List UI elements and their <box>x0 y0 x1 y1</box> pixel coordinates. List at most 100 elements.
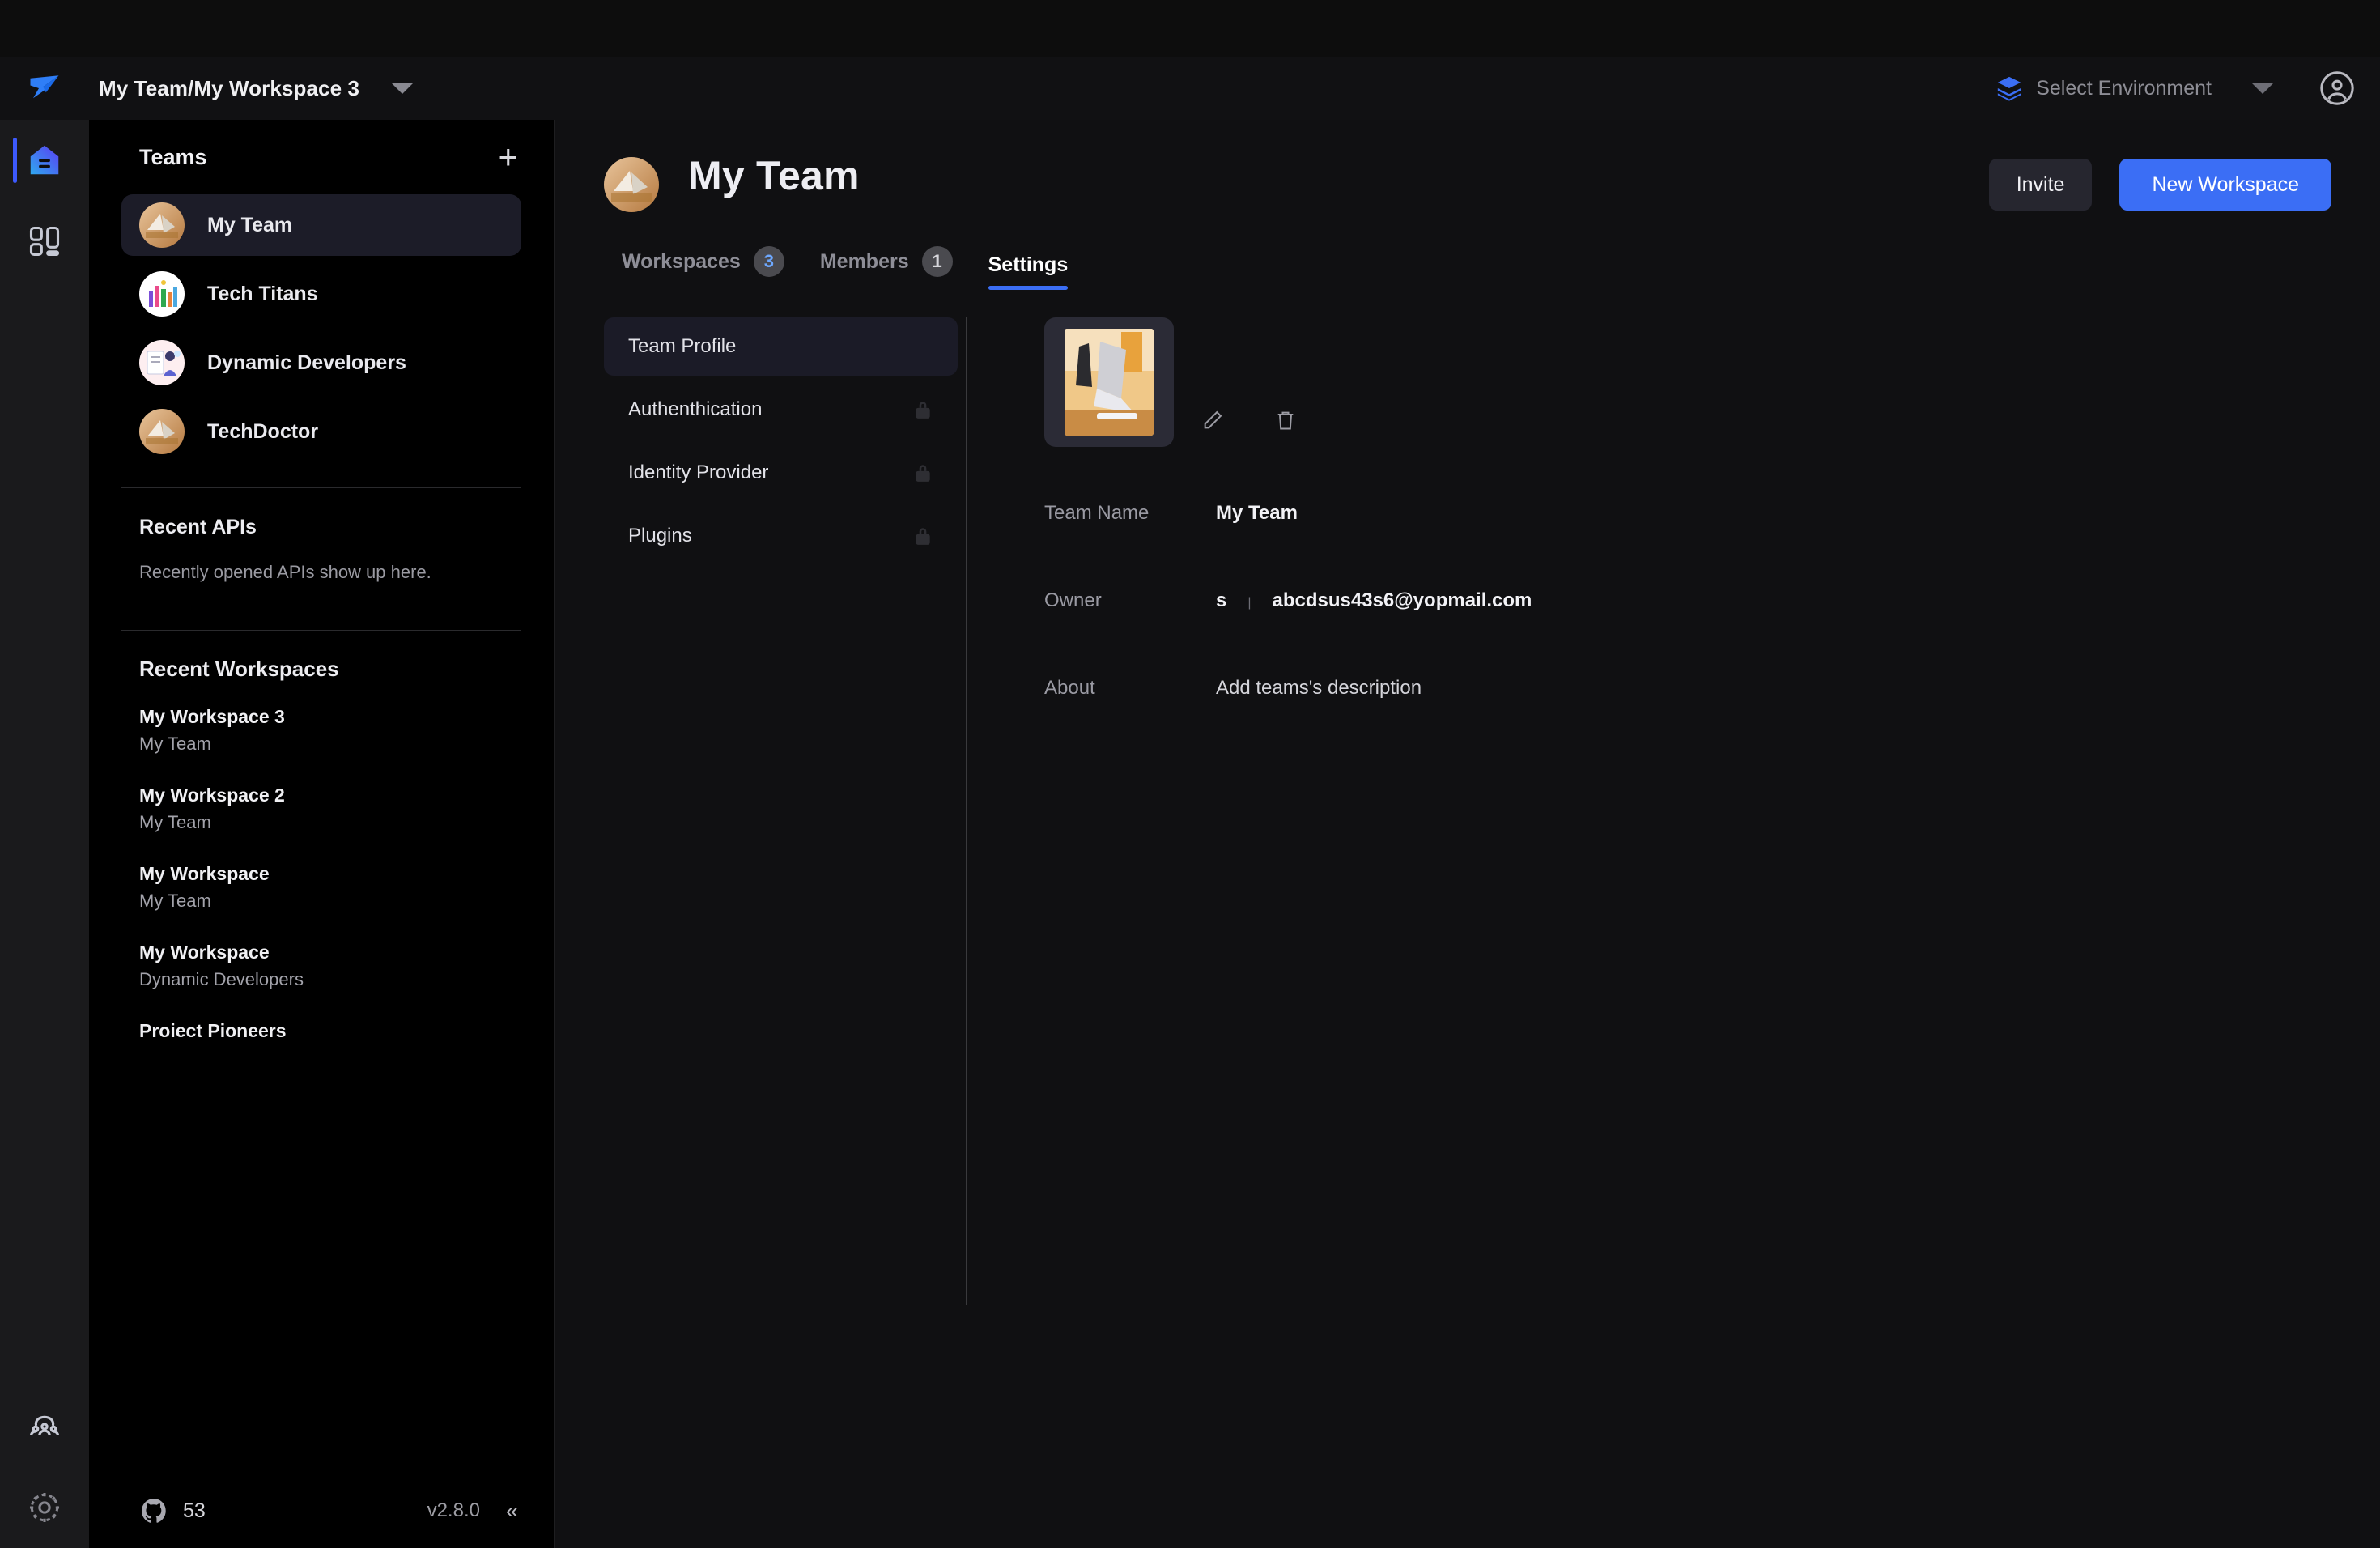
team-name: Dynamic Developers <box>207 351 406 374</box>
recent-workspaces-list: My Workspace 3 My Team My Workspace 2 My… <box>89 691 591 1072</box>
list-item[interactable]: Proiect Pioneers <box>139 1020 554 1042</box>
settings-nav-label: Authenthication <box>628 398 763 420</box>
avatar <box>139 271 185 317</box>
list-item[interactable]: My Workspace 3 My Team <box>139 706 554 755</box>
settings-nav-item-team-profile[interactable]: Team Profile <box>604 317 958 376</box>
breadcrumb[interactable]: My Team/My Workspace 3 <box>99 76 359 101</box>
field-about: About Add teams's description <box>1044 677 2380 700</box>
workspace-name: My Workspace <box>139 863 270 884</box>
team-list-item[interactable]: Tech Titans <box>121 263 521 325</box>
github-icon <box>142 1499 166 1523</box>
settings-nav-item-authentication[interactable]: Authenthication <box>604 381 958 439</box>
app-logo[interactable] <box>0 71 89 105</box>
field-value[interactable]: My Team <box>1216 502 1298 525</box>
workspace-name: My Workspace <box>139 942 270 963</box>
tab-settings[interactable]: Settings <box>971 253 1086 290</box>
chevron-down-icon[interactable] <box>2252 83 2273 94</box>
field-label: Owner <box>1044 589 1102 611</box>
new-workspace-button[interactable]: New Workspace <box>2119 159 2331 211</box>
chevron-down-icon[interactable] <box>392 83 414 94</box>
list-item[interactable]: My Workspace My Team <box>139 863 554 912</box>
team-list-item[interactable]: Dynamic Developers <box>121 332 521 393</box>
pencil-icon[interactable] <box>1201 408 1224 432</box>
status-badge: 1 <box>921 246 953 277</box>
owner-email: abcdsus43s6@yopmail.com <box>1272 589 1532 611</box>
environment-selector[interactable]: Select Environment <box>1995 74 2273 102</box>
layers-icon <box>1998 76 2021 101</box>
workspace-team: My Team <box>139 734 211 754</box>
settings-content: Team Profile Authenthication Identity Pr… <box>555 317 2380 1516</box>
sidebar-footer: 53 v2.8.0 « <box>89 1474 554 1548</box>
field-label: About <box>1044 677 1095 699</box>
team-list-item[interactable]: TechDoctor <box>121 401 521 462</box>
avatar <box>139 340 185 385</box>
avatar <box>139 409 185 454</box>
team-list-item[interactable]: My Team <box>121 194 521 256</box>
sidebar-item-home[interactable] <box>0 120 89 201</box>
team-header: My Team Invite New Workspace <box>555 120 2380 212</box>
user-circle-icon[interactable] <box>2318 70 2356 107</box>
trash-icon[interactable] <box>1274 408 1297 432</box>
teams-header: Teams + <box>89 120 554 194</box>
workspace-name: My Workspace 3 <box>139 706 285 727</box>
top-bar: My Team/My Workspace 3 Select Environmen… <box>0 57 2380 120</box>
recent-apis-section: Recent APIs Recently opened APIs show up… <box>89 488 554 583</box>
hoppscotch-bird-logo-icon <box>30 75 59 99</box>
list-item[interactable]: My Workspace 2 My Team <box>139 785 554 833</box>
recent-apis-title: Recent APIs <box>139 516 257 538</box>
team-image <box>1065 329 1154 436</box>
workspace-name: My Workspace 2 <box>139 785 285 806</box>
version-label: v2.8.0 <box>427 1499 480 1521</box>
main-panel: My Team Invite New Workspace Workspaces … <box>555 120 2380 1548</box>
owner-name: s <box>1216 589 1227 611</box>
recent-apis-empty-text: Recently opened APIs show up here. <box>139 562 431 582</box>
gear-icon <box>29 1492 60 1523</box>
status-badge: 3 <box>753 246 784 277</box>
invite-button[interactable]: Invite <box>1988 159 2093 211</box>
chevron-double-left-icon[interactable]: « <box>506 1499 518 1524</box>
tab-label: Settings <box>988 253 1069 276</box>
settings-nav-item-plugins[interactable]: Plugins <box>604 507 958 565</box>
workspace-team: My Team <box>139 891 211 911</box>
people-icon <box>29 1415 60 1436</box>
team-name: My Team <box>207 213 293 236</box>
github-stars[interactable]: 53 <box>139 1496 206 1525</box>
environment-label: Select Environment <box>2036 76 2212 100</box>
avatar <box>139 202 185 248</box>
icon-rail <box>0 120 89 1548</box>
settings-nav-label: Plugins <box>628 525 692 546</box>
github-star-count: 53 <box>183 1499 206 1522</box>
tab-label: Workspaces <box>622 249 741 273</box>
app-root: My Team/My Workspace 3 Select Environmen… <box>0 0 2380 1548</box>
sidebar-item-spaces[interactable] <box>0 201 89 282</box>
teams-sidebar: Teams + My Team Tech Titans Dynamic Deve… <box>89 120 591 1548</box>
sidebar-item-teams[interactable] <box>0 1386 89 1467</box>
workspace-team: My Team <box>139 812 211 832</box>
grid-layout-icon <box>29 226 60 257</box>
lock-icon <box>916 528 930 545</box>
lock-icon <box>916 402 930 419</box>
header-actions: Invite New Workspace <box>1988 159 2380 211</box>
field-label: Team Name <box>1044 502 1150 524</box>
team-name: TechDoctor <box>207 419 319 443</box>
sidebar-item-settings[interactable] <box>0 1467 89 1548</box>
profile-fields: Team Name My Team Owner s | abcdsus43s6@… <box>1044 502 2380 700</box>
tabs: Workspaces 3 Members 1 Settings <box>555 246 2380 290</box>
settings-nav-label: Team Profile <box>628 335 737 357</box>
tab-label: Members <box>819 249 909 273</box>
add-team-button[interactable]: + <box>498 140 518 174</box>
team-list: My Team Tech Titans Dynamic Developers T… <box>89 194 554 470</box>
settings-nav-item-identity-provider[interactable]: Identity Provider <box>604 444 958 502</box>
tab-workspaces[interactable]: Workspaces 3 <box>604 246 802 290</box>
teams-title: Teams <box>139 144 207 169</box>
team-name: Tech Titans <box>207 282 318 305</box>
settings-nav-label: Identity Provider <box>628 461 769 483</box>
field-value[interactable]: Add teams's description <box>1216 677 1422 700</box>
page-title: My Team <box>688 153 860 198</box>
list-item[interactable]: My Workspace Dynamic Developers <box>139 942 554 990</box>
settings-nav: Team Profile Authenthication Identity Pr… <box>555 317 958 1516</box>
tab-members[interactable]: Members 1 <box>802 246 971 290</box>
team-image-actions <box>1044 408 2380 432</box>
field-team-name: Team Name My Team <box>1044 502 2380 525</box>
team-profile-form: Team Name My Team Owner s | abcdsus43s6@… <box>967 317 2380 1516</box>
